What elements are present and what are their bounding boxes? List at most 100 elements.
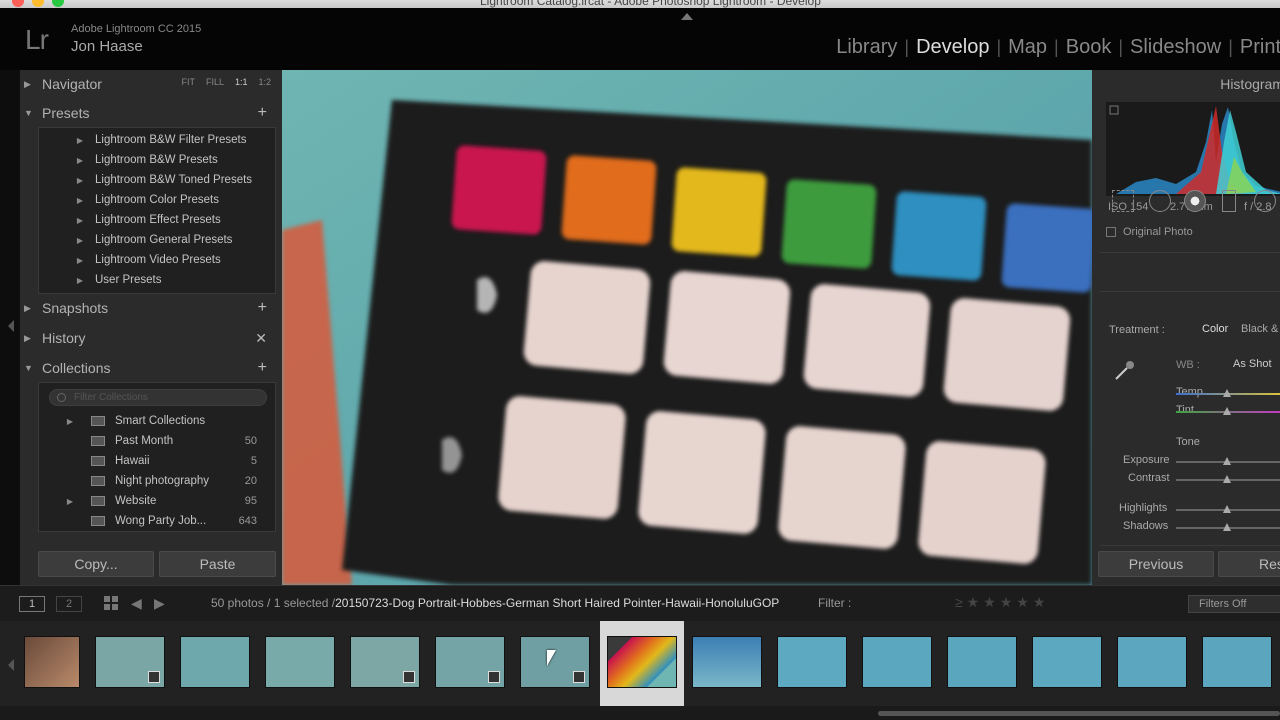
highlights-slider[interactable] (1176, 505, 1280, 513)
zoom-window-button[interactable] (52, 0, 64, 7)
preset-folder[interactable]: ▶ Lightroom B&W Toned Presets (39, 170, 275, 190)
module-develop[interactable]: Develop (909, 36, 996, 59)
preset-folder[interactable]: ▶ Lightroom General Presets (39, 230, 275, 250)
histogram (1106, 102, 1280, 196)
grid-view-icon[interactable] (104, 596, 118, 610)
treatment-color-option[interactable]: Color (1202, 323, 1228, 335)
slider-knob[interactable] (1223, 457, 1231, 465)
collections-header[interactable]: ▼ Collections + (18, 354, 275, 382)
main-image-view[interactable] (282, 70, 1092, 585)
collection-item[interactable]: Wong Party Job... 643 (39, 511, 275, 531)
color-checker-photo (282, 70, 1092, 585)
add-preset-icon[interactable]: + (258, 104, 267, 122)
slider-knob[interactable] (1223, 523, 1231, 531)
primary-window-button[interactable]: 1 (19, 596, 45, 612)
filmstrip-thumb[interactable] (255, 621, 339, 706)
clear-history-icon[interactable]: ✕ (255, 330, 267, 347)
collection-item[interactable]: Hawaii 5 (39, 451, 275, 471)
history-header[interactable]: ▶ History ✕ (18, 324, 275, 352)
filmstrip-thumb[interactable] (937, 621, 1021, 706)
filmstrip-scrollbar[interactable] (0, 706, 1280, 720)
collapse-left-icon[interactable] (8, 320, 14, 332)
original-photo-checkbox[interactable] (1106, 227, 1116, 237)
disclosure-right-icon: ▶ (76, 235, 83, 245)
left-panel-edge[interactable] (0, 70, 20, 585)
secondary-window-button[interactable]: 2 (56, 596, 82, 612)
spot-removal-icon[interactable] (1149, 190, 1171, 212)
collection-item[interactable]: Night photography 20 (39, 471, 275, 491)
temp-label: Temp (1176, 386, 1203, 398)
copy-settings-button[interactable]: Copy... (38, 551, 154, 577)
treatment-bw-option[interactable]: Black & White (1241, 323, 1280, 335)
paste-settings-button[interactable]: Paste (159, 551, 276, 577)
preset-folder[interactable]: ▶ Lightroom B&W Presets (39, 150, 275, 170)
histogram-graph (1109, 105, 1280, 194)
filmstrip-thumb[interactable] (852, 621, 936, 706)
navigator-header[interactable]: ▶ Navigator FIT FILL 1:1 1:2 (18, 70, 275, 98)
filmstrip-thumb[interactable] (85, 621, 169, 706)
forward-arrow-icon[interactable]: ▶ (154, 595, 165, 612)
contrast-slider[interactable] (1176, 475, 1280, 483)
snapshots-header[interactable]: ▶ Snapshots + (18, 294, 275, 322)
module-slideshow[interactable]: Slideshow (1123, 36, 1228, 59)
filmstrip-thumb[interactable] (425, 621, 509, 706)
presets-header[interactable]: ▼ Presets + (18, 99, 275, 127)
disclosure-right-icon: ▶ (76, 135, 83, 145)
module-map[interactable]: Map (1001, 36, 1054, 59)
filters-off-dropdown[interactable]: Filters Off (1188, 595, 1280, 613)
radial-filter-icon[interactable] (1254, 190, 1276, 212)
preset-folder[interactable]: ▶ Lightroom Effect Presets (39, 210, 275, 230)
filmstrip-thumb[interactable] (340, 621, 424, 706)
zoom-1-2[interactable]: 1:2 (258, 77, 271, 87)
add-snapshot-icon[interactable]: + (258, 299, 267, 317)
collection-item[interactable]: ▶ Website 95 (39, 491, 275, 511)
filmstrip-thumb[interactable] (170, 621, 254, 706)
hide-top-panel-icon[interactable] (681, 13, 693, 20)
slider-knob[interactable] (1223, 407, 1231, 415)
slider-knob[interactable] (1223, 475, 1231, 483)
add-collection-icon[interactable]: + (258, 359, 267, 377)
preset-folder[interactable]: ▶ Lightroom Color Presets (39, 190, 275, 210)
reset-button[interactable]: Reset (1218, 551, 1280, 577)
preset-folder[interactable]: ▶ User Presets (39, 270, 275, 290)
wb-dropdown[interactable]: As Shot (1233, 358, 1272, 370)
slider-knob[interactable] (1223, 389, 1231, 397)
tint-slider[interactable] (1176, 407, 1280, 415)
graduated-filter-icon[interactable] (1222, 190, 1236, 212)
zoom-fill[interactable]: FILL (206, 77, 224, 87)
filmstrip-thumb[interactable] (767, 621, 851, 706)
preset-folder[interactable]: ▶ Lightroom B&W Filter Presets (39, 130, 275, 150)
disclosure-right-icon: ▶ (24, 78, 31, 89)
shadows-slider[interactable] (1176, 523, 1280, 531)
scrollbar-thumb[interactable] (878, 711, 1280, 716)
minimize-window-button[interactable] (32, 0, 44, 7)
close-window-button[interactable] (12, 0, 24, 7)
module-print[interactable]: Print (1233, 36, 1280, 59)
filmstrip-thumb[interactable] (1022, 621, 1106, 706)
exposure-slider[interactable] (1176, 457, 1280, 465)
source-info[interactable]: 50 photos / 1 selected /20150723-Dog Por… (211, 596, 779, 610)
collection-filter-input[interactable]: Filter Collections (49, 389, 267, 406)
module-book[interactable]: Book (1059, 36, 1119, 59)
temp-slider[interactable] (1176, 389, 1280, 397)
previous-button[interactable]: Previous (1098, 551, 1214, 577)
collection-count: 50 (244, 435, 257, 447)
collection-item[interactable]: ▶ Smart Collections (39, 411, 275, 431)
collection-item[interactable]: Past Month 50 (39, 431, 275, 451)
rating-filter[interactable]: ≥★★★★★ (955, 594, 1049, 611)
filmstrip-thumb-selected[interactable] (600, 621, 684, 706)
back-arrow-icon[interactable]: ◀ (131, 595, 142, 612)
slider-knob[interactable] (1223, 505, 1231, 513)
filmstrip-thumb[interactable] (1107, 621, 1191, 706)
filmstrip (0, 621, 1280, 706)
filmstrip-thumb[interactable] (1192, 621, 1276, 706)
red-eye-icon[interactable] (1184, 190, 1206, 212)
preset-folder[interactable]: ▶ Lightroom Video Presets (39, 250, 275, 270)
zoom-1-1[interactable]: 1:1 (235, 77, 248, 87)
zoom-fit[interactable]: FIT (181, 77, 195, 87)
filmstrip-thumb[interactable] (682, 621, 766, 706)
filmstrip-thumb[interactable] (0, 621, 84, 706)
crop-overlay-icon[interactable] (1112, 190, 1134, 212)
module-library[interactable]: Library (829, 36, 904, 59)
eyedropper-icon[interactable] (1112, 357, 1138, 383)
